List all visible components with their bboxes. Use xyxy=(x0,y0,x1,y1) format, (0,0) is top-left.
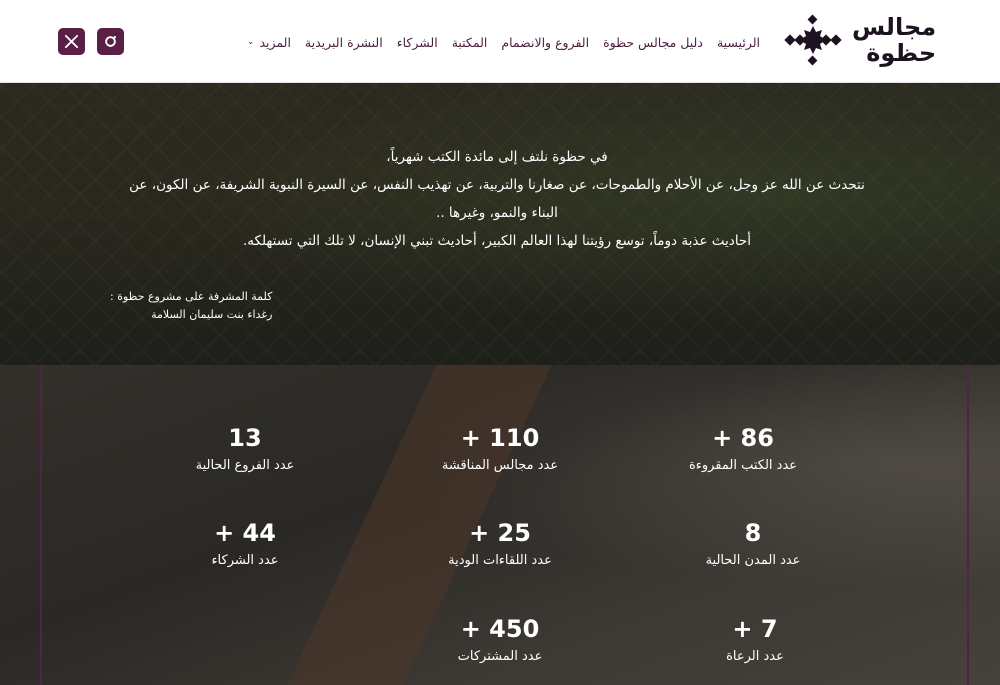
logo-line-2: حظوة xyxy=(866,39,937,67)
stats-section: 86 + عدد الكتب المقروءة 110 + عدد مجالس … xyxy=(0,365,1000,685)
stat-friendly-meetings: 25 + عدد اللقاءات الودية xyxy=(390,518,610,571)
stat-sponsors: 7 + عدد الرعاة xyxy=(645,614,865,667)
stat-partners: 44 + عدد الشركاء xyxy=(135,518,355,571)
site-header: مجالس حظوة الرئيسية دليل مجالس حظوة الفر… xyxy=(0,0,1000,83)
stat-label: عدد الكتب المقروءة xyxy=(688,458,798,473)
nav-home[interactable]: الرئيسية xyxy=(717,35,760,50)
nav-branches[interactable]: الفروع والانضمام xyxy=(501,35,589,50)
logo-line-1: مجالس xyxy=(852,13,937,41)
stat-label: عدد الرعاة xyxy=(726,649,784,664)
hero-signature: كلمة المشرفة على مشروع حظوة : رغداء بنت … xyxy=(110,288,272,324)
stat-value: 450 + xyxy=(460,615,540,643)
stats-divider-left xyxy=(40,365,42,685)
stat-discussion-sessions: 110 + عدد مجالس المناقشة xyxy=(390,423,610,476)
x-icon xyxy=(64,34,79,49)
nav-partners[interactable]: الشركاء xyxy=(397,35,438,50)
nav-more[interactable]: المزيد ⌄ xyxy=(247,35,291,50)
nav-library[interactable]: المكتبة xyxy=(452,35,488,50)
hero-line-4: أحاديث عذبة دوماً، توسع رؤيتنا لهذا العا… xyxy=(242,233,752,249)
stat-value: 8 xyxy=(744,519,762,547)
stat-books-read: 86 + عدد الكتب المقروءة xyxy=(633,423,853,476)
stat-label: عدد الفروع الحالية xyxy=(195,458,295,473)
stat-label: عدد الشركاء xyxy=(211,553,279,568)
hero-quote: في حظوة نلتف إلى مائدة الكتب شهرياً، نتح… xyxy=(112,143,882,255)
instagram-social-button[interactable] xyxy=(97,28,124,55)
x-social-button[interactable] xyxy=(58,28,85,55)
stat-value: 44 + xyxy=(214,519,276,547)
chevron-down-icon: ⌄ xyxy=(246,37,255,47)
stat-label: عدد المشتركات xyxy=(457,649,543,664)
site-logo[interactable]: مجالس حظوة xyxy=(782,10,952,70)
hero-line-1: في حظوة نلتف إلى مائدة الكتب شهرياً، xyxy=(386,149,608,165)
instagram-icon xyxy=(105,36,116,47)
main-nav: الرئيسية دليل مجالس حظوة الفروع والانضما… xyxy=(247,30,760,54)
stat-label: عدد مجالس المناقشة xyxy=(441,458,559,473)
signature-name: رغداء بنت سليمان السلامة xyxy=(151,308,273,321)
logo-mark-icon xyxy=(784,14,842,66)
social-links xyxy=(58,28,124,55)
nav-newsletter[interactable]: النشرة البريدية xyxy=(305,35,383,50)
stat-value: 7 + xyxy=(732,615,778,643)
stat-value: 110 + xyxy=(460,424,540,452)
stat-label: عدد اللقاءات الودية xyxy=(448,553,552,568)
logo-wordmark: مجالس حظوة xyxy=(852,15,936,65)
hero-line-2: نتحدث عن الله عز وجل، عن الأحلام والطموح… xyxy=(129,177,865,193)
stats-divider-right xyxy=(967,365,969,685)
signature-title: كلمة المشرفة على مشروع حظوة : xyxy=(110,290,273,303)
stat-value: 86 + xyxy=(712,424,774,452)
nav-guide[interactable]: دليل مجالس حظوة xyxy=(603,35,703,50)
stat-current-branches: 13 عدد الفروع الحالية xyxy=(135,423,355,476)
stat-label: عدد المدن الحالية xyxy=(705,553,801,568)
hero-line-3: البناء والنمو، وغيرها .. xyxy=(436,205,558,221)
stat-value: 25 + xyxy=(469,519,531,547)
stat-subscribers: 450 + عدد المشتركات xyxy=(390,614,610,667)
nav-more-label: المزيد xyxy=(259,34,291,50)
stat-value: 13 xyxy=(228,424,262,452)
hero-section: في حظوة نلتف إلى مائدة الكتب شهرياً، نتح… xyxy=(0,83,1000,365)
stat-current-cities: 8 عدد المدن الحالية xyxy=(643,518,863,571)
